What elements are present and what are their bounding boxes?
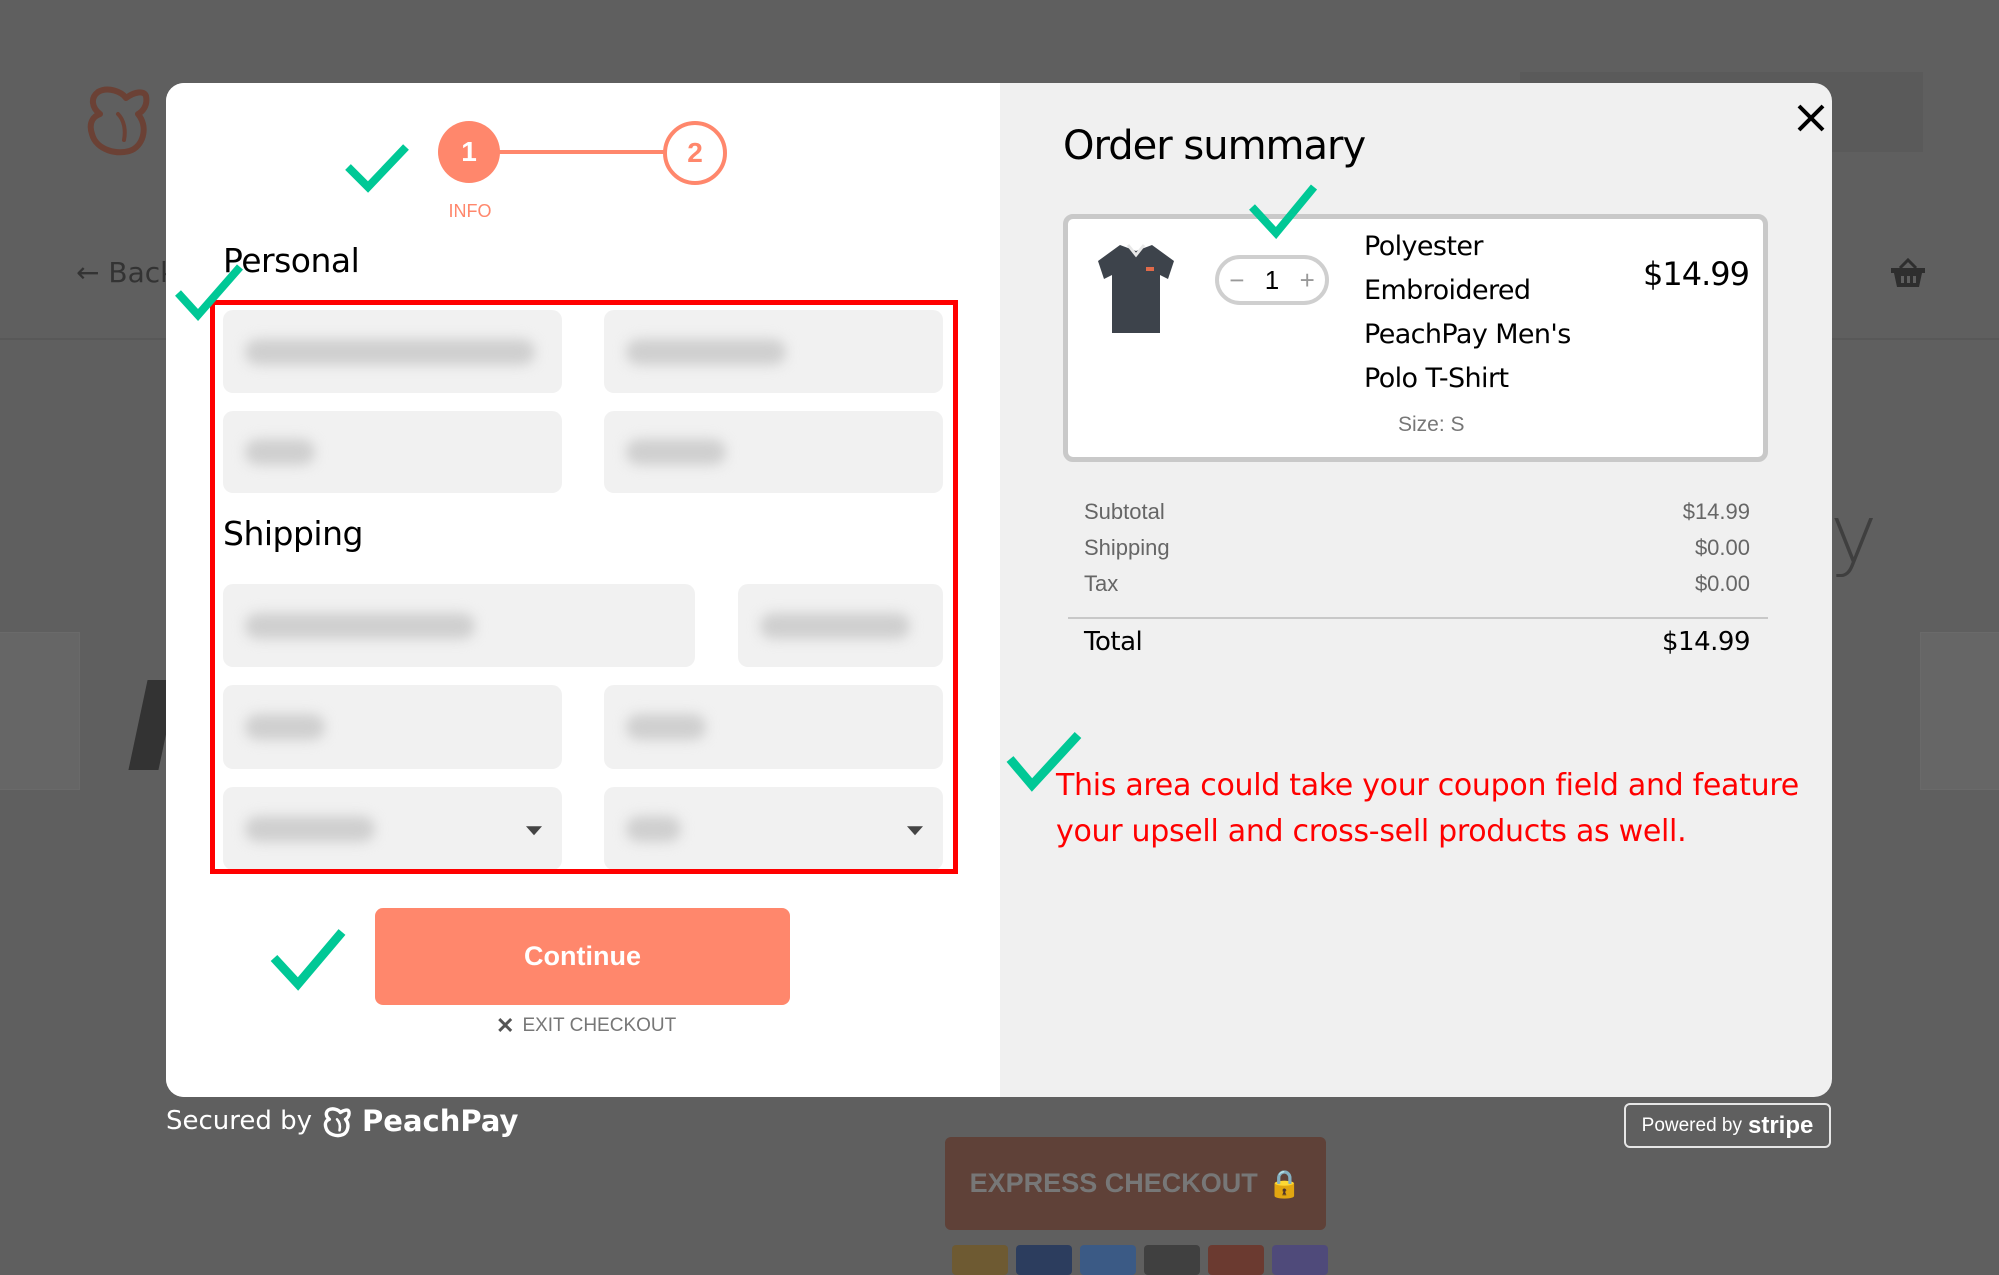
annotation-check-icon xyxy=(1006,731,1082,793)
annotation-check-icon xyxy=(174,263,244,321)
subtotal-row: Subtotal $14.99 xyxy=(1084,499,1750,524)
exit-checkout-link[interactable]: ✕ EXIT CHECKOUT xyxy=(496,1013,676,1039)
peachpay-logo-icon xyxy=(323,1107,351,1138)
annotation-highlight-box xyxy=(210,300,958,874)
amex-logo-icon xyxy=(1080,1245,1136,1275)
annotation-note: This area could take your coupon field a… xyxy=(1056,768,1799,849)
totals-divider xyxy=(1068,617,1768,619)
annotation-check-icon xyxy=(270,928,346,992)
quantity-value[interactable]: 1 xyxy=(1265,265,1279,296)
order-summary-title: Order summary xyxy=(1063,123,1366,169)
product-image xyxy=(1098,244,1174,333)
close-icon xyxy=(1797,104,1825,132)
step-2-indicator[interactable]: 2 xyxy=(663,121,727,185)
mastercard-logo-icon xyxy=(1208,1245,1264,1275)
powered-by-stripe-badge[interactable]: Powered by stripe xyxy=(1624,1103,1831,1148)
background-page-title-fragment: y xyxy=(1830,488,1878,581)
visa-logo-icon xyxy=(1016,1245,1072,1275)
product-name: Polyester Embroidered PeachPay Men's Pol… xyxy=(1364,231,1571,394)
increment-button[interactable]: + xyxy=(1300,265,1315,296)
close-modal-button[interactable] xyxy=(1786,93,1832,143)
background-product-thumbnail xyxy=(1920,632,1999,790)
total-row: Total $14.99 xyxy=(1084,627,1750,657)
decrement-button[interactable]: − xyxy=(1229,265,1244,296)
background-express-checkout-button: EXPRESS CHECKOUT 🔒 xyxy=(945,1137,1326,1230)
quantity-stepper: − 1 + xyxy=(1215,255,1329,305)
background-product-thumbnail xyxy=(0,632,80,790)
tax-row: Tax $0.00 xyxy=(1084,571,1750,596)
cart-item-card: − 1 + Polyester Embroidered PeachPay Men… xyxy=(1063,214,1768,462)
peachpay-logo-icon xyxy=(87,86,150,156)
discover-logo-icon xyxy=(1144,1245,1200,1275)
continue-button[interactable]: Continue xyxy=(375,908,790,1005)
product-variant: Size: S xyxy=(1398,413,1465,436)
background-back-link: ← Back xyxy=(76,256,177,289)
checkout-modal: 1 2 INFO Personal Shipping Continue ✕ EX… xyxy=(166,83,1832,1097)
stripe-logo-icon xyxy=(1272,1245,1328,1275)
step-1-indicator[interactable]: 1 xyxy=(438,121,500,183)
checkout-form-panel: 1 2 INFO Personal Shipping Continue ✕ EX… xyxy=(166,83,1000,1097)
background-payment-logos xyxy=(952,1245,1328,1275)
shipping-row: Shipping $0.00 xyxy=(1084,535,1750,560)
arrow-left-icon: ← xyxy=(76,256,100,289)
paypal-logo-icon xyxy=(952,1245,1008,1275)
secured-by-badge: Secured by PeachPay xyxy=(166,1104,519,1138)
annotation-check-icon xyxy=(344,143,410,193)
step-1-label: INFO xyxy=(448,201,492,221)
annotation-check-icon xyxy=(1248,183,1318,239)
lock-icon: 🔒 xyxy=(1267,1168,1302,1199)
close-icon: ✕ xyxy=(496,1013,515,1038)
basket-icon xyxy=(1891,258,1925,287)
product-price: $14.99 xyxy=(1643,255,1750,293)
